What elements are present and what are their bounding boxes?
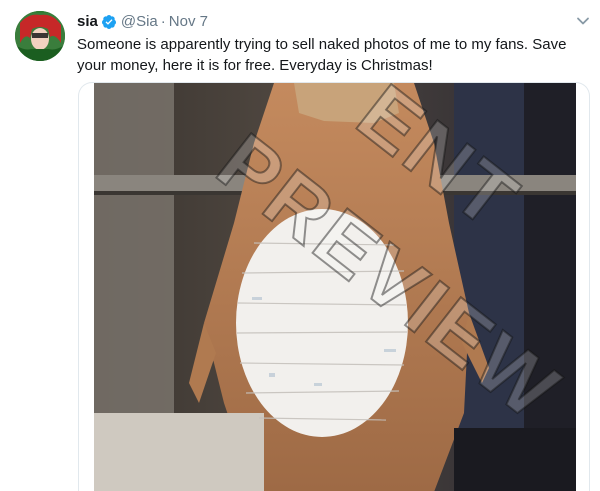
tweet-text: Someone is apparently trying to sell nak… [77, 36, 567, 74]
tweet-header: sia @Sia · Nov 7 [77, 12, 208, 32]
handle[interactable]: @Sia [121, 12, 158, 32]
avatar[interactable] [15, 11, 65, 61]
timestamp[interactable]: Nov 7 [169, 12, 208, 32]
verified-badge-icon [101, 14, 117, 30]
separator-dot: · [160, 13, 166, 30]
tweet-photo[interactable]: PREVIEW ENT [94, 83, 576, 491]
tweet[interactable]: sia @Sia · Nov 7 Someone is apparently t… [0, 0, 600, 491]
display-name[interactable]: sia [77, 12, 98, 32]
avatar-image [15, 11, 65, 61]
media-container[interactable]: PREVIEW ENT [78, 82, 590, 491]
chevron-down-icon[interactable] [574, 12, 592, 30]
